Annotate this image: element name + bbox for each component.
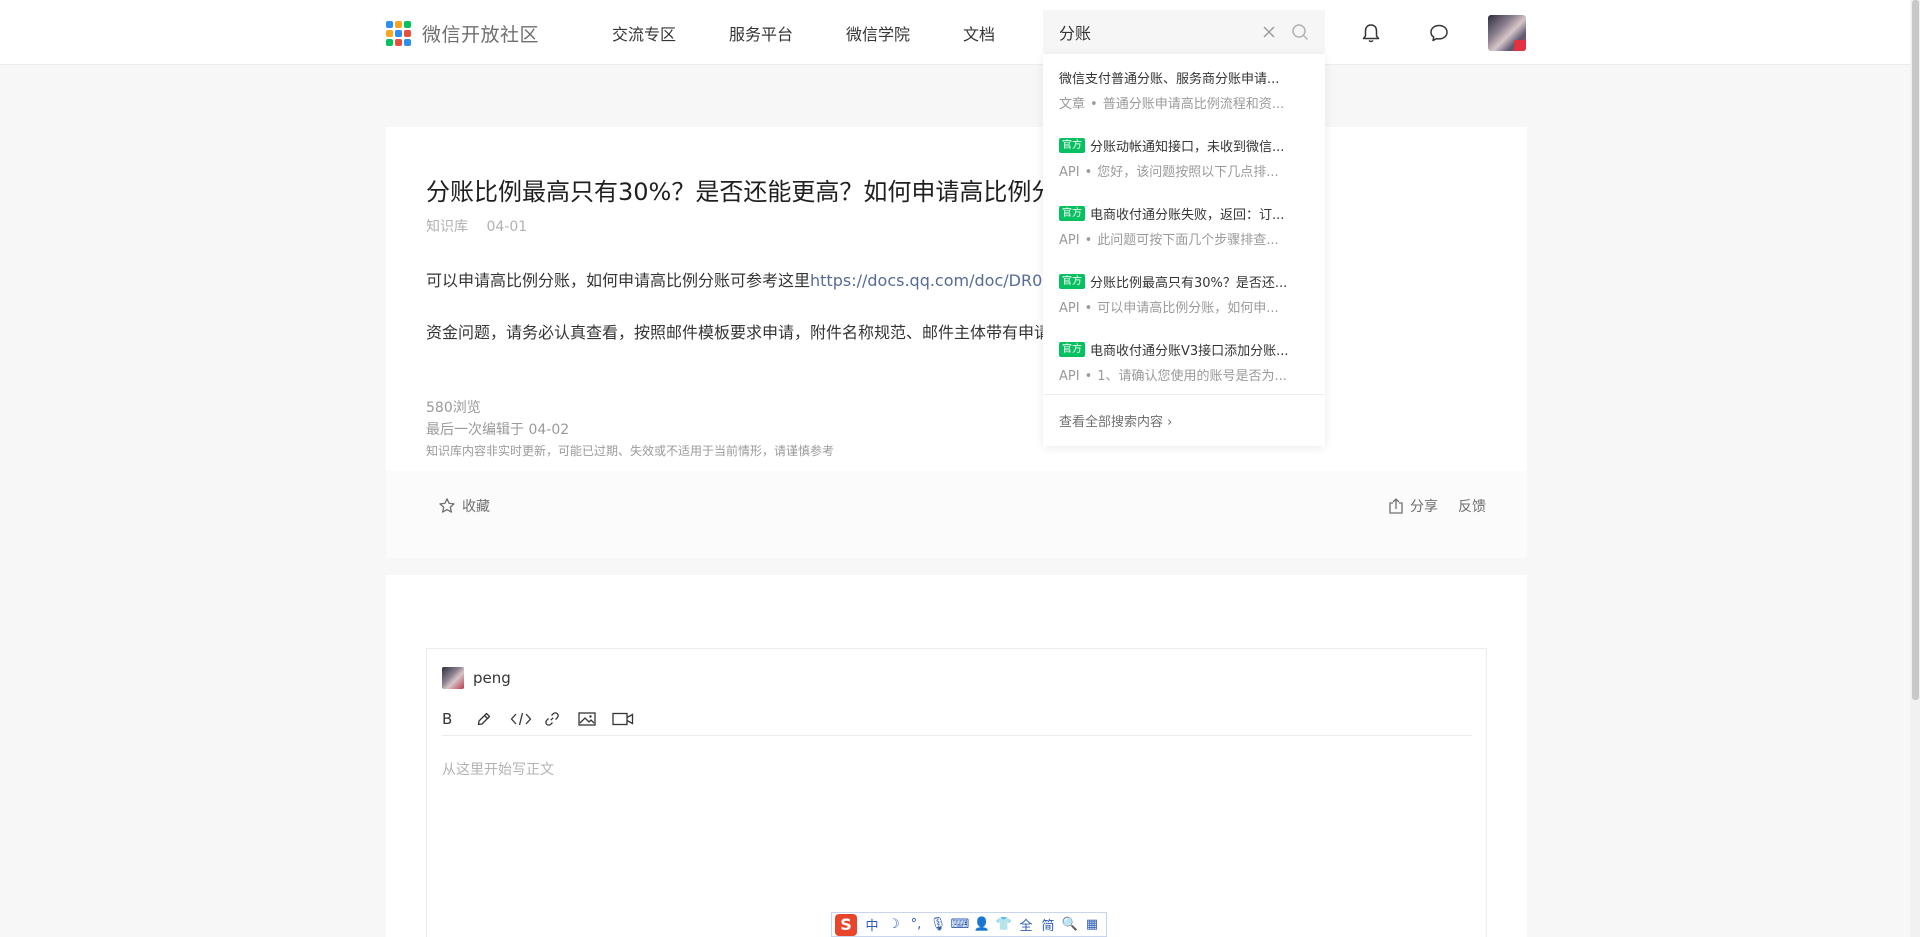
suggestion-item[interactable]: 官方 分账比例最高只有30%？是否还... API • 可以申请高比例分账，如何申..… [1043, 258, 1325, 326]
microphone-icon[interactable]: 🎙 [927, 917, 949, 932]
message-icon[interactable] [1428, 22, 1450, 44]
suggestion-type: 文章 [1059, 97, 1086, 112]
share-label: 分享 [1410, 499, 1438, 515]
suggestion-item[interactable]: 官方 电商收付通分账失败，返回：订... API • 此问题可按下面几个步骤排查... [1043, 190, 1325, 258]
comment-editor: peng B 从这里开始写正文 [426, 648, 1487, 937]
view-count: 580浏览 [426, 400, 481, 416]
view-all-label: 查看全部搜索内容 [1059, 415, 1164, 430]
link-button[interactable] [544, 707, 578, 731]
suggestion-title: 微信支付普通分账、服务商分账申请... [1059, 72, 1280, 87]
scrollbar-thumb[interactable] [1912, 0, 1919, 700]
editor-user: peng [442, 667, 511, 689]
punctuation-toggle[interactable]: °, [905, 917, 927, 932]
editor-toolbar: B [442, 702, 1472, 736]
search-input[interactable] [1059, 22, 1261, 42]
search-suggestions: 微信支付普通分账、服务商分账申请... 文章 • 普通分账申请高比例流程和资... … [1043, 54, 1325, 446]
article-card: 分账比例最高只有30%？是否还能更高？如何申请高比例分账？ 知识库 04-01 … [386, 127, 1527, 558]
docs-link[interactable]: https://docs.qq.com/doc/DR0l [810, 271, 1047, 290]
bell-icon[interactable] [1360, 22, 1382, 44]
video-icon [612, 712, 634, 725]
logo-icon [386, 20, 412, 47]
suggestion-title: 分账动帐通知接口，未收到微信... [1090, 140, 1285, 155]
avatar[interactable] [1488, 15, 1526, 51]
suggestion-item[interactable]: 微信支付普通分账、服务商分账申请... 文章 • 普通分账申请高比例流程和资... [1043, 54, 1325, 122]
knowledge-notice: 知识库内容非实时更新，可能已过期、失效或不适用于当前情形，请谨慎参考 [426, 444, 835, 458]
share-button[interactable]: 分享 [1388, 496, 1438, 516]
main-nav: 交流专区 服务平台 微信学院 文档 [612, 21, 1048, 45]
fullwidth-toggle[interactable]: 全 [1015, 915, 1037, 934]
video-button[interactable] [612, 707, 646, 731]
article-category[interactable]: 知识库 [426, 219, 468, 235]
shirt-icon[interactable]: 👕 [993, 917, 1015, 932]
sogou-logo-icon[interactable]: S [835, 913, 857, 936]
clear-icon[interactable] [1261, 24, 1277, 40]
username: peng [473, 669, 511, 687]
top-header: 微信开放社区 交流专区 服务平台 微信学院 文档 [0, 0, 1920, 65]
star-icon [439, 498, 455, 513]
official-badge: 官方 [1059, 206, 1085, 221]
last-edited: 最后一次编辑于 04-02 [426, 422, 570, 438]
highlight-button[interactable] [476, 707, 510, 731]
user-avatar [442, 667, 464, 689]
logo-text: 微信开放社区 [422, 24, 540, 46]
article-actions: 收藏 分享 反馈 [386, 471, 1527, 558]
pen-icon [477, 712, 491, 725]
suggestion-title: 电商收付通分账V3接口添加分账... [1090, 344, 1289, 359]
link-icon [545, 711, 559, 726]
nav-service-platform[interactable]: 服务平台 [729, 21, 793, 45]
search-icon[interactable] [1291, 23, 1309, 41]
grid-icon[interactable]: ▦ [1081, 917, 1103, 932]
nav-academy[interactable]: 微信学院 [846, 21, 910, 45]
user-icon[interactable]: 👤 [971, 917, 993, 932]
suggestion-item[interactable]: 官方 电商收付通分账V3接口添加分账... API • 1、请确认您使用的账号是否为.… [1043, 326, 1325, 394]
article-paragraph: 资金问题，请务必认真查看，按照邮件模板要求申请，附件名称规范、邮件主体带有申请 [426, 323, 1051, 342]
suggestion-snippet: 您好，该问题按照以下几点排... [1097, 165, 1279, 180]
moon-icon[interactable]: ☽ [883, 917, 905, 932]
suggestion-type: API [1059, 165, 1080, 180]
comment-card: peng B 从这里开始写正文 [386, 575, 1527, 937]
official-badge: 官方 [1059, 138, 1085, 153]
nav-docs[interactable]: 文档 [963, 21, 995, 45]
ime-toolbar: S 中 ☽ °, 🎙 ⌨ 👤 👕 全 简 🔍 ▦ [831, 912, 1107, 937]
suggestion-title: 电商收付通分账失败，返回：订... [1090, 208, 1285, 223]
bold-button[interactable]: B [442, 707, 476, 731]
feedback-button[interactable]: 反馈 [1458, 496, 1486, 516]
view-all-results-link[interactable]: 查看全部搜索内容 › [1043, 394, 1325, 446]
image-button[interactable] [578, 707, 612, 731]
article-date: 04-01 [486, 219, 528, 235]
image-icon [578, 711, 596, 726]
suggestion-type: API [1059, 301, 1080, 316]
favorite-button[interactable]: 收藏 [438, 496, 490, 516]
suggestion-snippet: 普通分账申请高比例流程和资... [1102, 97, 1285, 112]
favorite-label: 收藏 [462, 499, 490, 515]
chevron-right-icon: › [1167, 415, 1173, 430]
official-badge: 官方 [1059, 342, 1085, 357]
suggestion-snippet: 可以申请高比例分账，如何申... [1097, 301, 1279, 316]
article-paragraph: 可以申请高比例分账，如何申请高比例分账可参考这里https://docs.qq.… [426, 267, 1056, 291]
logo[interactable]: 微信开放社区 [386, 20, 539, 47]
nav-community[interactable]: 交流专区 [612, 21, 676, 45]
article-title: 分账比例最高只有30%？是否还能更高？如何申请高比例分账？ [426, 178, 1056, 206]
paragraph-text: 可以申请高比例分账，如何申请高比例分账可参考这里 [426, 271, 811, 290]
suggestion-title: 分账比例最高只有30%？是否还... [1090, 276, 1288, 291]
simplified-toggle[interactable]: 简 [1037, 915, 1059, 934]
bold-label: B [442, 709, 453, 728]
code-icon [510, 712, 532, 725]
suggestion-item[interactable]: 官方 分账动帐通知接口，未收到微信... API • 您好，该问题按照以下几点排... [1043, 122, 1325, 190]
article-meta: 知识库 04-01 [426, 216, 541, 236]
share-icon [1389, 498, 1403, 514]
suggestion-type: API [1059, 233, 1080, 248]
keyboard-icon[interactable]: ⌨ [949, 917, 971, 932]
search-icon[interactable]: 🔍 [1059, 917, 1081, 932]
editor-placeholder[interactable]: 从这里开始写正文 [442, 759, 554, 779]
suggestion-snippet: 此问题可按下面几个步骤排查... [1097, 233, 1279, 248]
search-box [1043, 10, 1325, 54]
suggestion-type: API [1059, 369, 1080, 384]
official-badge: 官方 [1059, 274, 1085, 289]
code-button[interactable] [510, 707, 544, 731]
suggestion-snippet: 1、请确认您使用的账号是否为... [1097, 369, 1287, 384]
ime-chinese-toggle[interactable]: 中 [861, 915, 883, 934]
